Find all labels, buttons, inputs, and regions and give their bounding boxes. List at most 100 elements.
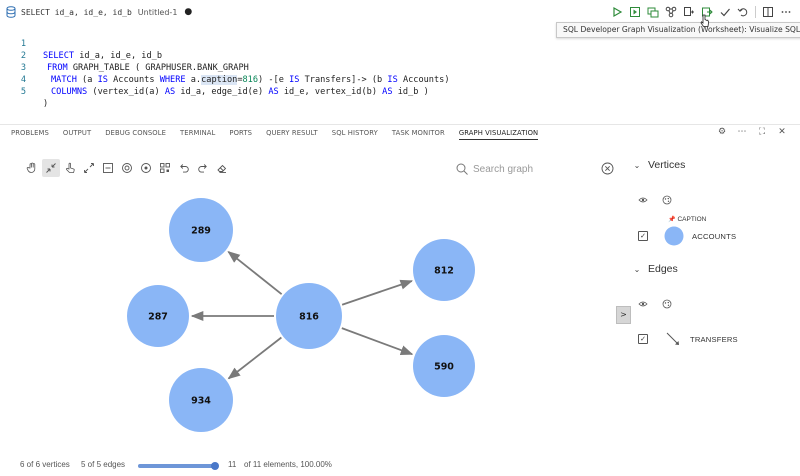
autotrace-button[interactable] [681,4,697,20]
select-tool-button[interactable] [61,159,79,177]
collapse-tool-button[interactable] [42,159,60,177]
graph-node[interactable]: 816 [276,283,342,349]
eraser-icon [217,164,227,173]
sql-editor[interactable]: 1 SELECT id_a, id_e, id_b 2 FROM GRAPH_T… [0,24,800,114]
close-icon[interactable]: ✕ [776,127,788,137]
clear-button[interactable] [213,159,231,177]
graph-visualize-icon [665,6,677,18]
play-icon [613,6,623,18]
element-summary: of 11 elements, 100.00% [244,460,332,469]
graph-node[interactable]: 934 [169,368,233,432]
panel-tab[interactable]: GRAPH VISUALIZATION [458,129,539,140]
graph-node-label: 590 [434,362,454,373]
run-script-icon [630,7,640,17]
edge-swatch-arrow-icon [666,332,679,345]
unsaved-dot-icon[interactable]: ● [184,7,192,17]
edge-legend-actions [638,299,672,309]
eye-icon[interactable] [638,299,648,309]
panel-tab[interactable]: SQL HISTORY [332,129,378,140]
panel-tab[interactable]: PROBLEMS [11,129,49,140]
graph-node[interactable]: 590 [413,335,475,397]
palette-icon[interactable] [662,195,672,205]
vertex-count: 6 of 6 vertices [20,460,70,469]
palette-icon[interactable] [662,299,672,309]
pan-tool-button[interactable] [23,159,41,177]
fit-view-button[interactable] [99,159,117,177]
panel-tab[interactable]: OUTPUT [63,129,91,140]
panel-tab[interactable]: TASK MONITOR [392,129,445,140]
code-line-2: 2 FROM GRAPH_TABLE ( GRAPHUSER.BANK_GRAP… [0,38,249,73]
chevron-down-icon: ⌄ [633,160,641,170]
vertices-section-header[interactable]: ⌄ Vertices [632,159,686,171]
toolbar-separator [755,6,756,18]
vertex-visibility-checkbox[interactable]: ✓ [638,231,648,241]
edge-legend-item[interactable]: ✓ TRANSFERS [638,331,738,347]
graph-edge[interactable] [227,336,282,380]
graph-node[interactable]: 289 [169,198,233,262]
layout-button[interactable] [156,159,174,177]
focus-button[interactable] [118,159,136,177]
graph-edge[interactable] [227,251,283,295]
element-slider[interactable] [138,462,220,470]
collapse-legend-button[interactable]: > [616,306,631,324]
eye-icon[interactable] [638,195,648,205]
explain-plan-button[interactable] [645,4,661,20]
ellipsis-icon [781,11,791,13]
split-editor-icon [763,7,773,17]
code-text: SELECT id_a, id_e, id_b [43,51,163,61]
commit-button[interactable] [717,4,733,20]
graph-node[interactable]: 812 [413,239,475,301]
graph-node-label: 816 [299,312,319,323]
graph-canvas[interactable]: 816 289 287 934 812 590 [0,185,615,450]
graph-node-label: 812 [434,266,454,277]
visualize-graph-button[interactable] [663,4,679,20]
rollback-button[interactable] [735,4,751,20]
collapse-arrows-icon [46,163,56,173]
ellipsis-icon[interactable]: ⋯ [736,127,748,137]
graph-node[interactable]: 287 [127,285,189,347]
code-text: ) [43,99,49,109]
panel-tab[interactable]: TERMINAL [180,129,215,140]
graph-edge[interactable] [341,327,414,356]
vertices-title: Vertices [648,159,686,171]
expand-tool-button[interactable] [80,159,98,177]
code-text: FROM GRAPH_TABLE ( GRAPHUSER.BANK_GRAPH [47,63,249,73]
vertex-legend-item[interactable]: ✓ ACCOUNTS [638,226,736,246]
code-text: MATCH (a IS Accounts WHERE a.caption=816… [51,75,450,85]
edges-section-header[interactable]: ⌄ Edges [632,263,678,275]
panel-tab[interactable]: QUERY RESULT [266,129,318,140]
undo-icon [737,8,748,17]
maximize-panel-icon[interactable]: ⛶ [756,127,768,137]
panel-tab[interactable]: PORTS [229,129,252,140]
edge-type-label: TRANSFERS [690,334,738,344]
more-actions-button[interactable] [778,4,794,20]
search-input[interactable] [473,163,593,175]
highlight-button[interactable] [137,159,155,177]
run-script-button[interactable] [627,4,643,20]
minus-square-icon [103,163,113,173]
panel-tab[interactable]: DEBUG CONSOLE [105,129,166,140]
edge-visibility-checkbox[interactable]: ✓ [638,334,648,344]
legend-panel: ⌄ Vertices 📌 CAPTION ✓ ACCOUNTS ⌄ Edges … [632,155,800,455]
run-button[interactable] [609,4,625,20]
pin-icon: 📌 [668,217,676,223]
check-icon [720,8,730,17]
graph-search [452,159,618,179]
undo-button[interactable] [175,159,193,177]
pointer-hand-icon [66,162,75,173]
grid-layout-icon [160,163,170,173]
redo-button[interactable] [194,159,212,177]
graph-svg[interactable]: 816 289 287 934 812 590 [0,185,615,450]
edge-count: 5 of 5 edges [81,460,126,469]
slider-value: 11 [228,460,237,469]
gear-icon[interactable]: ⚙ [716,127,728,137]
graph-edge[interactable] [341,279,414,306]
slider-thumb[interactable] [211,462,219,470]
graph-node-label: 934 [191,396,211,407]
editor-tab[interactable]: SELECT id_a, id_e, id_b Untitled-1 ● [0,0,200,24]
clear-search-icon[interactable] [601,162,614,175]
undo-icon [180,164,189,173]
split-editor-button[interactable] [760,4,776,20]
expand-arrows-icon [84,163,94,173]
chevron-down-icon: ⌄ [633,264,641,274]
